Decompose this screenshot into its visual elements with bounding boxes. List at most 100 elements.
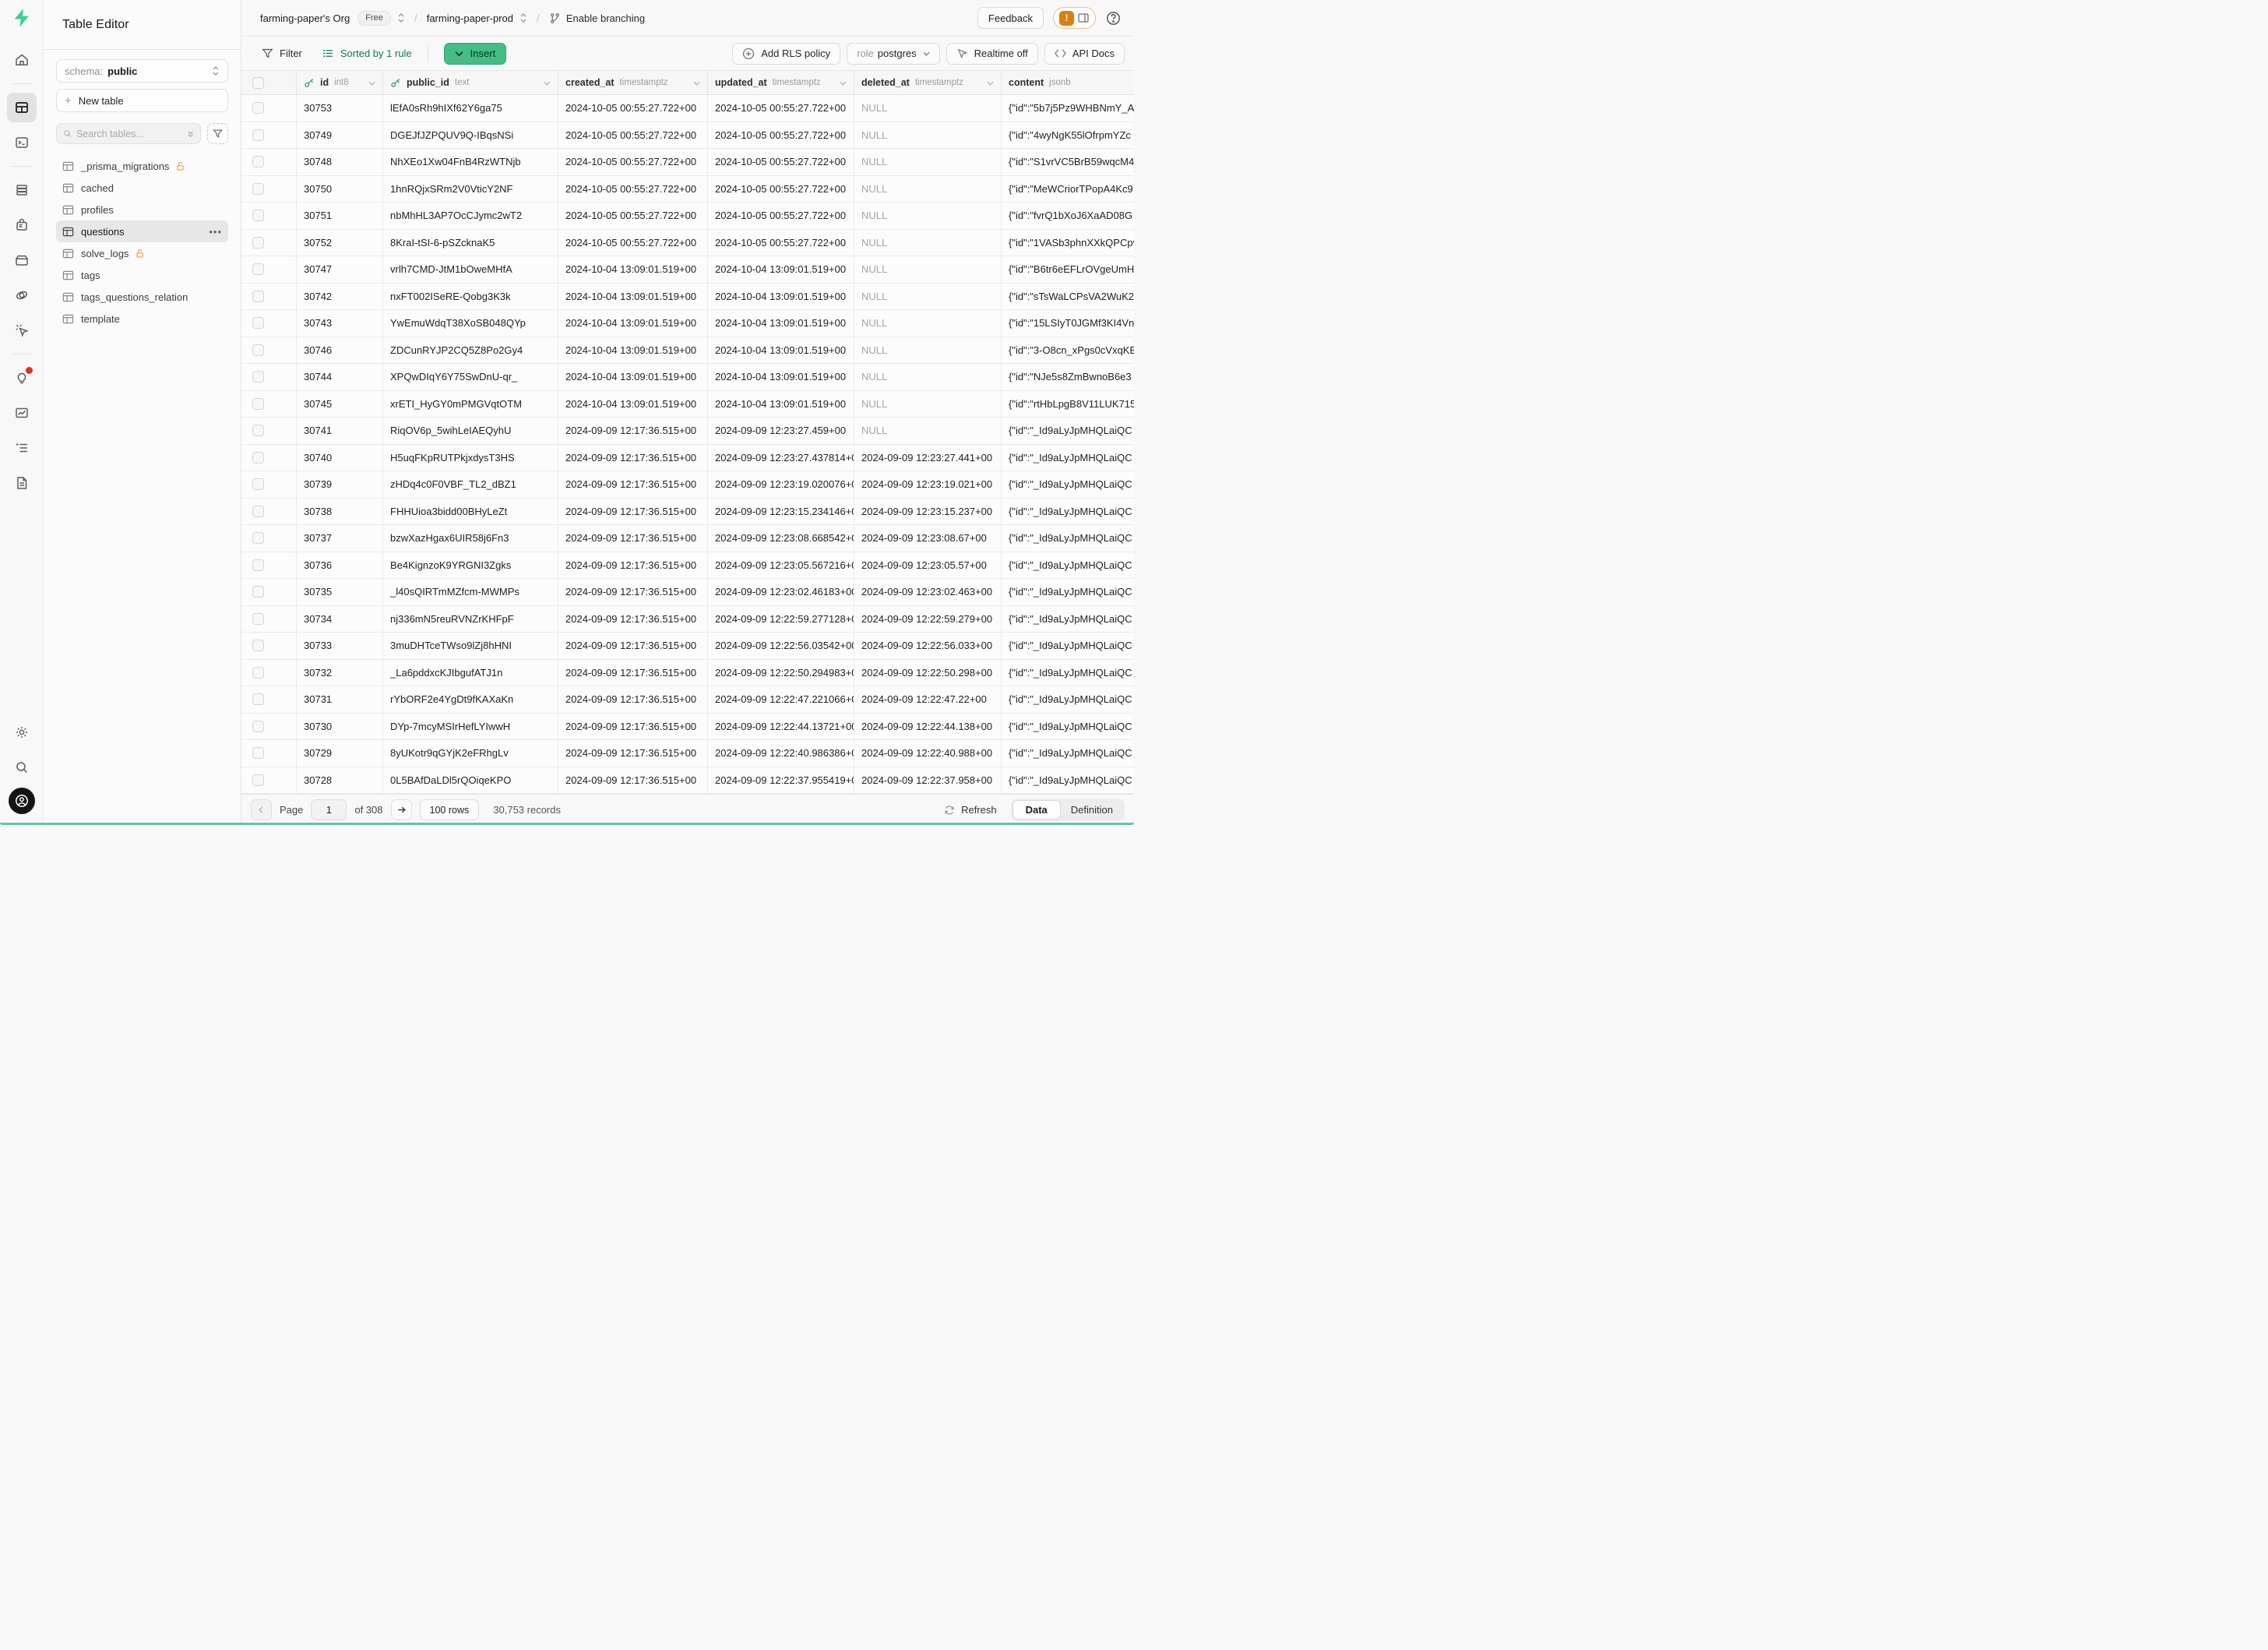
sidebar-item-tags[interactable]: tags [56, 264, 228, 286]
add-rls-policy-button[interactable]: Add RLS policy [732, 43, 840, 65]
cell-updated_at[interactable]: 2024-09-09 12:23:05.567216+00 [708, 552, 854, 579]
cell-content[interactable]: {"id":"_Id9aLyJpMHQLaiQC [1002, 499, 1134, 525]
cell-public_id[interactable]: bzwXazHgax6UIR58j6Fn3 [383, 525, 558, 552]
cell-deleted_at[interactable]: 2024-09-09 12:23:08.67+00 [854, 525, 1002, 552]
cell-updated_at[interactable]: 2024-10-04 13:09:01.519+00 [708, 256, 854, 283]
column-header-updated-at[interactable]: updated_at timestamptz [708, 71, 854, 94]
chevron-down-icon[interactable] [987, 77, 994, 88]
storage-icon[interactable] [7, 245, 37, 275]
cell-id[interactable]: 30744 [297, 364, 383, 390]
cell-created_at[interactable]: 2024-10-04 13:09:01.519+00 [558, 364, 708, 390]
cell-updated_at[interactable]: 2024-09-09 12:22:47.221066+00 [708, 686, 854, 713]
cell-id[interactable]: 30728 [297, 767, 383, 794]
search-tables-box[interactable] [56, 123, 201, 144]
cell-updated_at[interactable]: 2024-10-05 00:55:27.722+00 [708, 176, 854, 203]
cell-deleted_at[interactable]: 2024-09-09 12:23:27.441+00 [854, 445, 1002, 471]
cell-updated_at[interactable]: 2024-09-09 12:23:27.437814+00 [708, 445, 854, 471]
cell-created_at[interactable]: 2024-09-09 12:17:36.515+00 [558, 606, 708, 633]
row-checkbox[interactable] [252, 425, 264, 436]
more-options-icon[interactable]: ••• [209, 226, 222, 238]
sidebar-item-template[interactable]: template [56, 308, 228, 330]
sidebar-item-_prisma_migrations[interactable]: _prisma_migrations [56, 155, 228, 177]
cell-deleted_at[interactable]: NULL [854, 284, 1002, 310]
cell-id[interactable]: 30753 [297, 95, 383, 122]
cell-content[interactable]: {"id":"_Id9aLyJpMHQLaiQC [1002, 686, 1134, 713]
cell-updated_at[interactable]: 2024-10-04 13:09:01.519+00 [708, 337, 854, 364]
cell-updated_at[interactable]: 2024-10-05 00:55:27.722+00 [708, 122, 854, 149]
cell-id[interactable]: 30751 [297, 203, 383, 229]
tab-data[interactable]: Data [1012, 800, 1061, 820]
feedback-button[interactable]: Feedback [977, 7, 1044, 29]
cell-content[interactable]: {"id":"NJe5s8ZmBwnoB6e3 [1002, 364, 1134, 390]
cell-content[interactable]: {"id":"1VASb3phnXXkQPCpv [1002, 230, 1134, 256]
cell-public_id[interactable]: DGEJfJZPQUV9Q-IBqsNSi [383, 122, 558, 149]
cell-updated_at[interactable]: 2024-10-05 00:55:27.722+00 [708, 149, 854, 175]
row-checkbox[interactable] [252, 747, 264, 759]
cell-public_id[interactable]: xrETI_HyGY0mPMGVqtOTM [383, 391, 558, 418]
cell-deleted_at[interactable]: 2024-09-09 12:22:47.22+00 [854, 686, 1002, 713]
cell-updated_at[interactable]: 2024-10-05 00:55:27.722+00 [708, 203, 854, 229]
cell-public_id[interactable]: H5uqFKpRUTPkjxdysT3HS [383, 445, 558, 471]
filter-button[interactable]: Filter [262, 48, 302, 59]
cell-public_id[interactable]: lEfA0sRh9hIXf62Y6ga75 [383, 95, 558, 122]
cell-public_id[interactable]: 8KraI-tSI-6-pSZcknaK5 [383, 230, 558, 256]
cell-created_at[interactable]: 2024-09-09 12:17:36.515+00 [558, 418, 708, 444]
cell-content[interactable]: {"id":"S1vrVC5BrB59wqcM4 [1002, 149, 1134, 175]
cell-updated_at[interactable]: 2024-10-04 13:09:01.519+00 [708, 284, 854, 310]
realtime-icon[interactable] [7, 316, 37, 345]
api-docs-icon[interactable] [7, 468, 37, 498]
column-header-id[interactable]: id int8 [297, 71, 383, 94]
cell-public_id[interactable]: 3muDHTceTWso9lZj8hHNI [383, 633, 558, 659]
user-avatar[interactable] [9, 788, 35, 814]
cell-created_at[interactable]: 2024-10-04 13:09:01.519+00 [558, 310, 708, 337]
cell-deleted_at[interactable]: 2024-09-09 12:22:56.033+00 [854, 633, 1002, 659]
cell-content[interactable]: {"id":"fvrQ1bXoJ6XaAD08G [1002, 203, 1134, 229]
cell-id[interactable]: 30748 [297, 149, 383, 175]
advisors-icon[interactable] [7, 363, 37, 393]
cell-updated_at[interactable]: 2024-09-09 12:23:08.668542+00 [708, 525, 854, 552]
cell-content[interactable]: {"id":"_Id9aLyJpMHQLaiQC [1002, 606, 1134, 633]
reports-icon[interactable] [7, 398, 37, 428]
tab-definition[interactable]: Definition [1061, 804, 1123, 816]
project-name[interactable]: farming-paper-prod [427, 12, 513, 24]
cell-public_id[interactable]: _l40sQIRTmMZfcm-MWMPs [383, 579, 558, 605]
cell-deleted_at[interactable]: NULL [854, 337, 1002, 364]
cell-content[interactable]: {"id":"sTsWaLCPsVA2WuK2 [1002, 284, 1134, 310]
table-filter-button[interactable] [207, 123, 228, 144]
row-checkbox[interactable] [252, 291, 264, 302]
cell-created_at[interactable]: 2024-10-05 00:55:27.722+00 [558, 149, 708, 175]
cell-created_at[interactable]: 2024-09-09 12:17:36.515+00 [558, 552, 708, 579]
search-tables-input[interactable] [76, 129, 187, 139]
cell-updated_at[interactable]: 2024-09-09 12:23:19.020076+00 [708, 471, 854, 498]
cell-updated_at[interactable]: 2024-09-09 12:22:56.03542+00 [708, 633, 854, 659]
cell-public_id[interactable]: zHDq4c0F0VBF_TL2_dBZ1 [383, 471, 558, 498]
cell-public_id[interactable]: XPQwDIqY6Y75SwDnU-qr_ [383, 364, 558, 390]
schema-select[interactable]: schema: public [56, 59, 228, 83]
cell-created_at[interactable]: 2024-09-09 12:17:36.515+00 [558, 686, 708, 713]
cell-created_at[interactable]: 2024-10-05 00:55:27.722+00 [558, 176, 708, 203]
cell-id[interactable]: 30738 [297, 499, 383, 525]
cell-public_id[interactable]: NhXEo1Xw04FnB4RzWTNjb [383, 149, 558, 175]
sidebar-item-cached[interactable]: cached [56, 177, 228, 199]
cell-public_id[interactable]: RiqOV6p_5wihLeIAEQyhU [383, 418, 558, 444]
select-all-checkbox[interactable] [252, 77, 264, 89]
sql-editor-icon[interactable] [7, 128, 37, 157]
cell-id[interactable]: 30746 [297, 337, 383, 364]
cell-content[interactable]: {"id":"4wyNgK55lOfrpmYZc [1002, 122, 1134, 149]
new-table-button[interactable]: + New table [56, 89, 228, 112]
cell-content[interactable]: {"id":"_Id9aLyJpMHQLaiQC [1002, 445, 1134, 471]
auth-icon[interactable] [7, 210, 37, 240]
row-checkbox[interactable] [252, 263, 264, 275]
cell-deleted_at[interactable]: 2024-09-09 12:22:50.298+00 [854, 660, 1002, 686]
cell-public_id[interactable]: Be4KignzoK9YRGNI3Zgks [383, 552, 558, 579]
insert-button[interactable]: Insert [444, 43, 507, 65]
chevron-down-icon[interactable] [544, 77, 551, 88]
cell-deleted_at[interactable]: 2024-09-09 12:23:19.021+00 [854, 471, 1002, 498]
cell-created_at[interactable]: 2024-09-09 12:17:36.515+00 [558, 740, 708, 767]
cell-id[interactable]: 30737 [297, 525, 383, 552]
cell-id[interactable]: 30750 [297, 176, 383, 203]
cell-updated_at[interactable]: 2024-09-09 12:23:15.234146+00 [708, 499, 854, 525]
cell-content[interactable]: {"id":"_Id9aLyJpMHQLaiQC [1002, 714, 1134, 740]
next-page-button[interactable] [391, 799, 412, 820]
cell-deleted_at[interactable]: 2024-09-09 12:23:02.463+00 [854, 579, 1002, 605]
